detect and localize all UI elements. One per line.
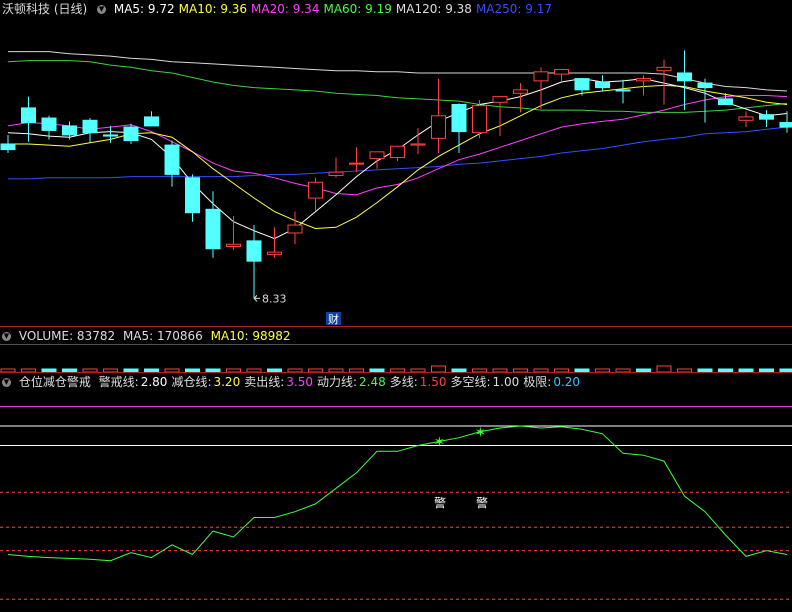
candle-body bbox=[472, 105, 487, 134]
warning-label: 警 bbox=[434, 495, 446, 510]
candle-body bbox=[0, 143, 16, 151]
candle-body bbox=[738, 116, 754, 121]
candle-body bbox=[656, 66, 672, 72]
low-arrow bbox=[253, 294, 260, 302]
candle-body bbox=[123, 126, 139, 142]
main-chart[interactable]: 8.33 财 bbox=[0, 0, 792, 326]
candle-body bbox=[677, 72, 692, 82]
param-value: 0.20 bbox=[553, 375, 581, 389]
candle-body bbox=[103, 134, 118, 137]
candle-body bbox=[246, 240, 262, 262]
star-icon: ✶ bbox=[434, 435, 446, 451]
candle-body bbox=[410, 143, 426, 146]
volume-ma10: MA10: 98982 bbox=[210, 329, 291, 343]
volume-value: VOLUME: 83782 bbox=[18, 329, 116, 343]
ma20-line bbox=[7, 95, 788, 196]
candle-body bbox=[492, 96, 508, 103]
candle-body bbox=[144, 116, 159, 127]
candle-body bbox=[779, 122, 792, 128]
param-label: 多空线: bbox=[450, 375, 491, 389]
candle-body bbox=[390, 145, 405, 158]
candle-body bbox=[21, 107, 36, 124]
low-price-label: 8.33 bbox=[262, 292, 287, 305]
candle-body bbox=[533, 71, 549, 82]
candle-body bbox=[759, 114, 774, 120]
candle-body bbox=[82, 119, 98, 134]
candle-body bbox=[267, 251, 282, 255]
power-line bbox=[7, 425, 788, 562]
candle-body bbox=[164, 144, 180, 175]
indicator-params: 警戒线: 2.80 减仓线: 3.20 卖出线: 3.50 动力线: 2.48 多线: 1.50 多… bbox=[99, 375, 584, 389]
candle-body bbox=[205, 208, 221, 250]
candle-body bbox=[226, 243, 241, 247]
candle-body bbox=[615, 89, 631, 92]
candle-body bbox=[636, 78, 651, 82]
dropdown-icon[interactable]: ▼ bbox=[2, 378, 11, 387]
star-icon: ✶ bbox=[475, 425, 487, 441]
param-value: 1.00 bbox=[492, 375, 520, 389]
candle-body bbox=[62, 125, 77, 136]
candle-body bbox=[308, 181, 323, 199]
candle-body bbox=[328, 171, 344, 177]
candle-body bbox=[574, 78, 590, 91]
param-label: 卖出线: bbox=[244, 375, 285, 389]
volume-ma5: MA5: 170866 bbox=[122, 329, 203, 343]
candle-body bbox=[41, 117, 57, 131]
param-label: 警戒线: bbox=[98, 375, 139, 389]
dropdown-icon[interactable]: ▼ bbox=[2, 332, 11, 341]
candle-body bbox=[451, 104, 467, 133]
finance-badge: 财 bbox=[328, 312, 339, 326]
param-label: 动力线: bbox=[316, 375, 358, 389]
ma120-line bbox=[8, 51, 788, 92]
candle-body bbox=[718, 98, 733, 106]
param-value: 2.80 bbox=[140, 375, 168, 389]
candle-body bbox=[554, 69, 569, 75]
warning-label: 警 bbox=[476, 495, 488, 510]
candle-body bbox=[369, 151, 385, 160]
param-label: 极限: bbox=[523, 375, 552, 389]
candle-body bbox=[697, 82, 713, 89]
param-value: 2.48 bbox=[359, 375, 386, 389]
volume-panel-header: ▼ VOLUME: 83782 MA5: 170866 MA10: 98982 bbox=[0, 327, 295, 345]
param-label: 减仓线: bbox=[171, 375, 212, 389]
indicator-title: 仓位减仓警戒 bbox=[18, 375, 91, 389]
candle-body bbox=[349, 162, 364, 165]
candle-body bbox=[513, 89, 528, 94]
param-value: 1.50 bbox=[419, 375, 447, 389]
indicator-chart[interactable]: ✶ ✶ 警 警 bbox=[0, 391, 792, 611]
param-label: 多线: bbox=[389, 375, 418, 389]
param-value: 3.20 bbox=[213, 375, 241, 389]
indicator-panel-header: ▼ 仓位减仓警戒 警戒线: 2.80 减仓线: 3.20 卖出线: 3.50 动力线: 2.4… bbox=[0, 373, 588, 391]
candle-body bbox=[431, 115, 446, 139]
param-value: 3.50 bbox=[286, 375, 313, 389]
candle-body bbox=[287, 224, 303, 234]
volume-chart[interactable] bbox=[0, 344, 792, 372]
candle-body bbox=[185, 177, 200, 214]
candle-body bbox=[595, 81, 610, 89]
